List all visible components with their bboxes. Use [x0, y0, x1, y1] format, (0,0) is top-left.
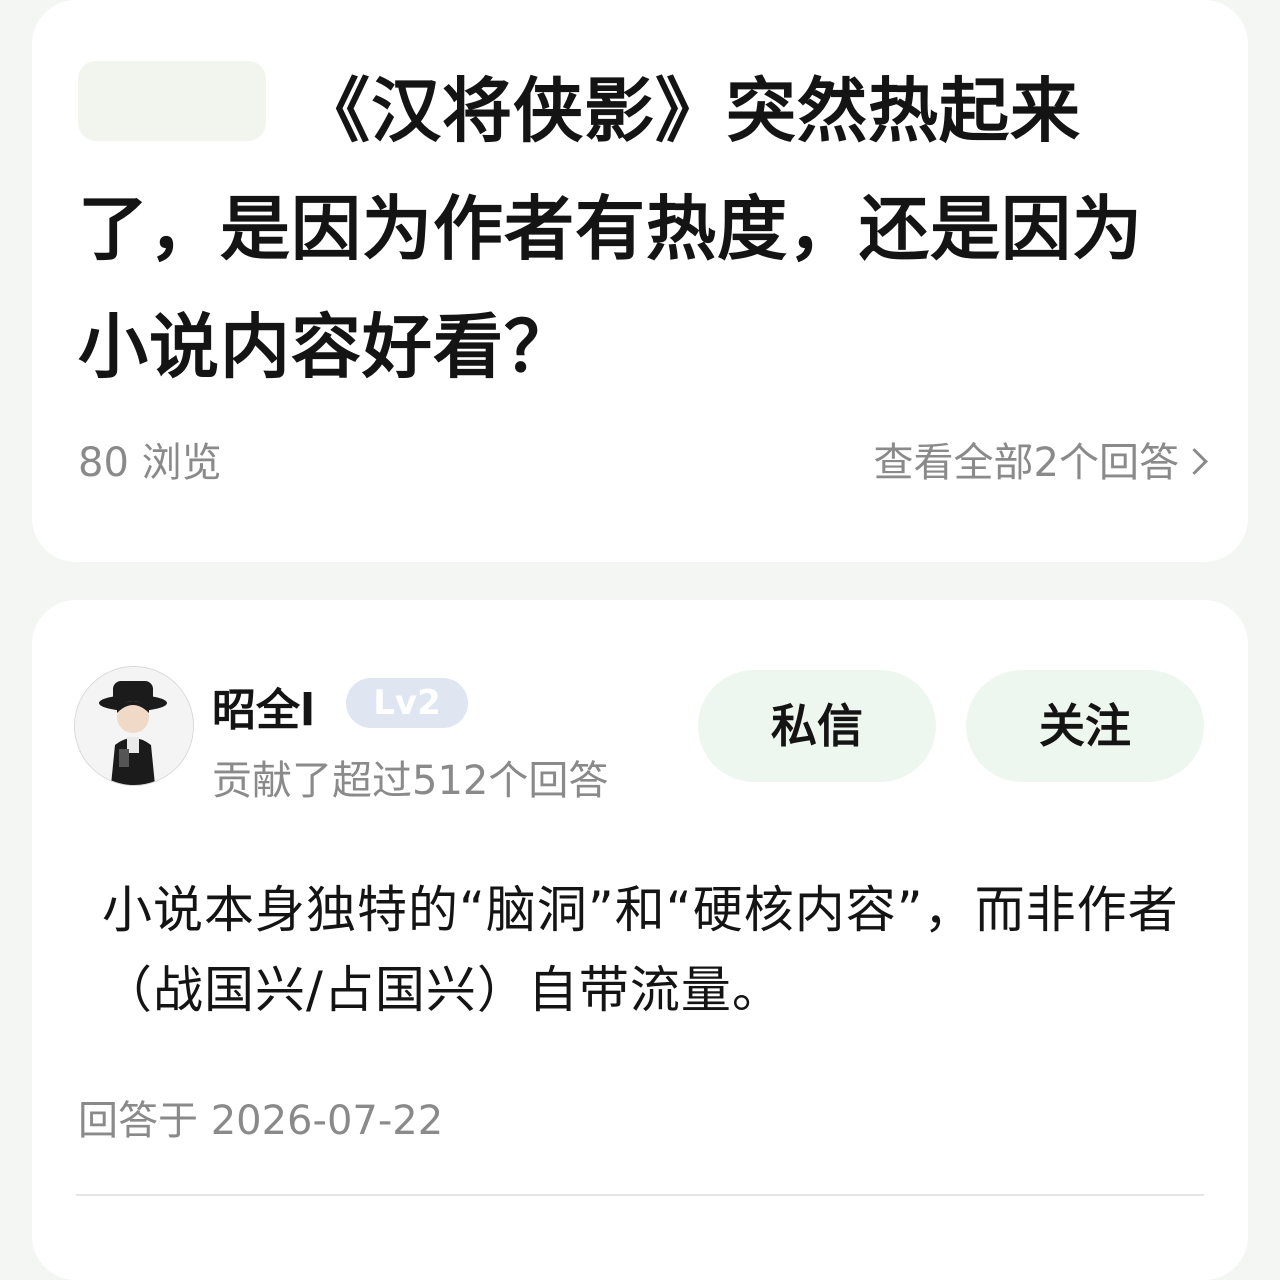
- avatar[interactable]: [74, 666, 194, 786]
- question-card: 《汉将侠影》突然热起来了，是因为作者有热度，还是因为小说内容好看？ 80 浏览 …: [32, 0, 1248, 562]
- view-count: 80 浏览: [78, 440, 222, 486]
- cartoon-avatar-icon: [75, 667, 193, 785]
- question-title[interactable]: 《汉将侠影》突然热起来了，是因为作者有热度，还是因为小说内容好看？: [78, 52, 1208, 406]
- divider: [76, 1194, 1204, 1196]
- author-name[interactable]: 昭全l: [212, 674, 315, 738]
- answer-card: 昭全l Lv2 贡献了超过512个回答 私信 关注 小说本身独特的“脑洞”和“硬…: [32, 600, 1248, 1280]
- author-contribution: 贡献了超过512个回答: [212, 758, 609, 804]
- private-message-button[interactable]: 私信: [698, 670, 936, 782]
- follow-button[interactable]: 关注: [966, 670, 1204, 782]
- answer-text: 小说本身独特的“脑洞”和“硬核内容”，而非作者（战国兴/占国兴）自带流量。: [102, 881, 1179, 1019]
- question-tag-placeholder: [78, 61, 266, 141]
- view-all-answers-label: 查看全部2个回答: [873, 440, 1179, 486]
- view-all-answers-link[interactable]: 查看全部2个回答: [873, 430, 1208, 488]
- level-badge: Lv2: [346, 678, 468, 728]
- answer-date: 回答于 2026-07-22: [78, 1098, 444, 1144]
- chevron-right-icon: [1181, 447, 1208, 475]
